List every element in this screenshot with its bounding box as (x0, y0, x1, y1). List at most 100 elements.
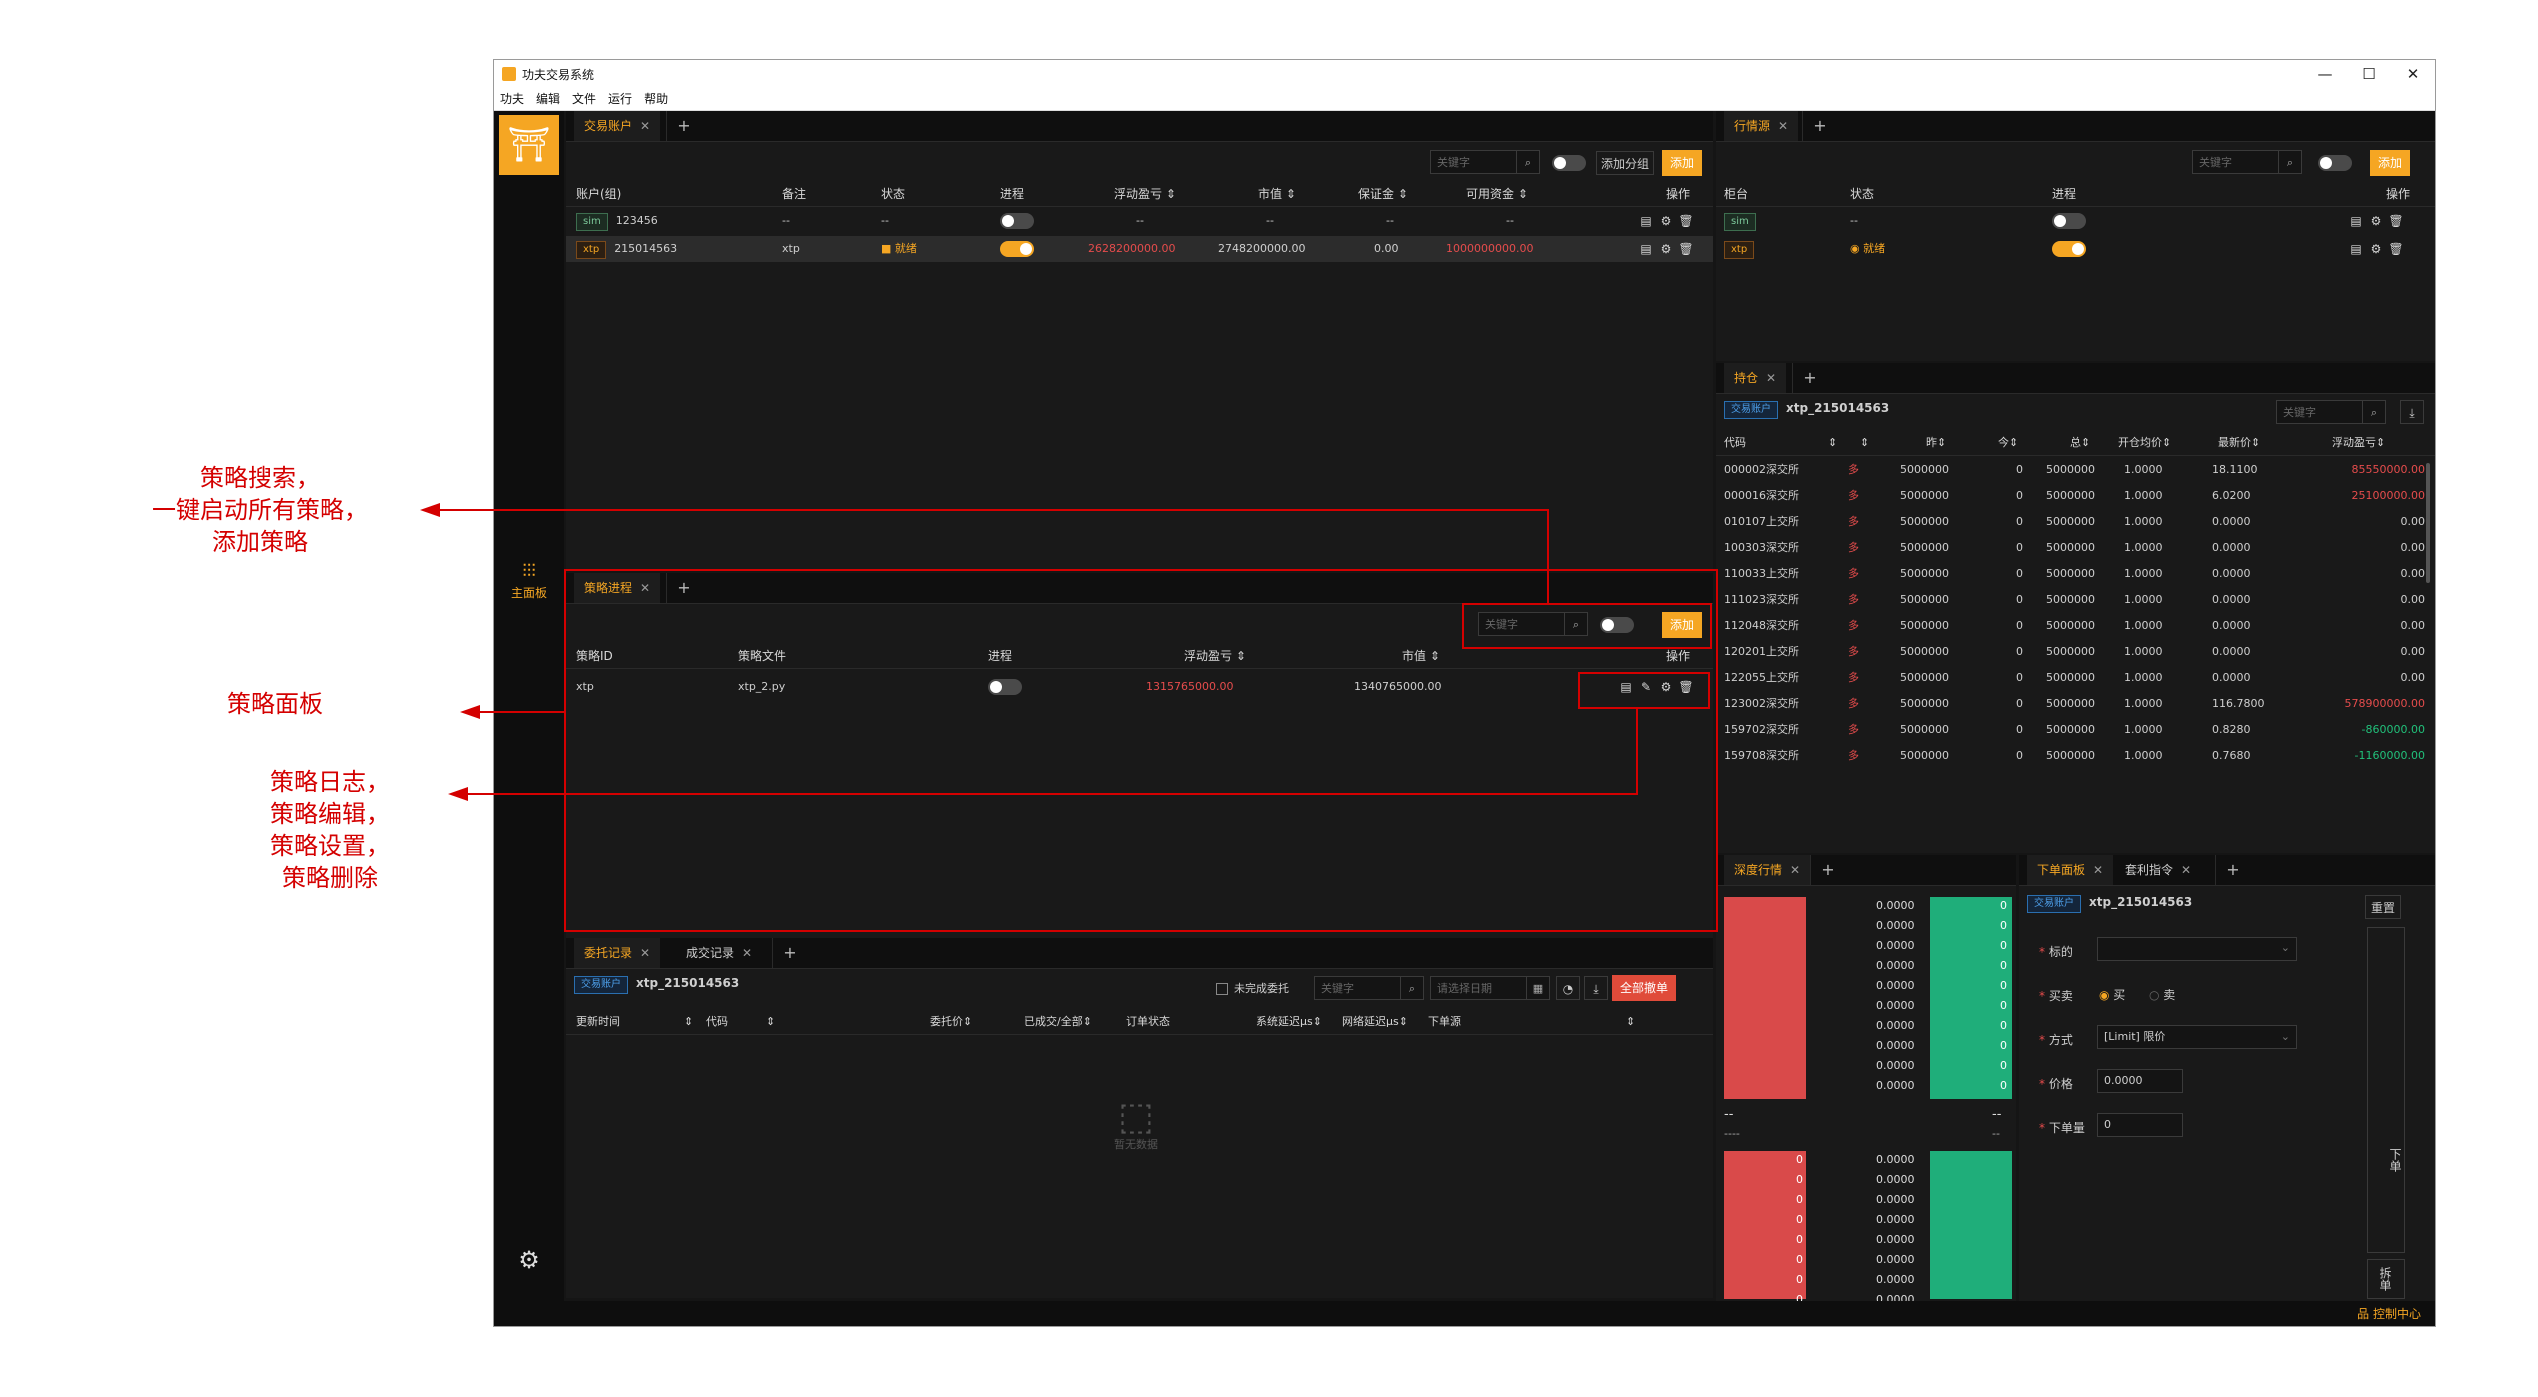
reset-button[interactable]: 重置 (2365, 895, 2401, 919)
close-button[interactable]: ✕ (2391, 60, 2435, 88)
price-input[interactable]: 0.0000 (2097, 1069, 2183, 1093)
menu-kungfu[interactable]: 功夫 (494, 88, 530, 110)
menu-file[interactable]: 文件 (566, 88, 602, 110)
gear-icon[interactable]: ⚙ (514, 1245, 544, 1275)
tab-order-entry[interactable]: 下单面板 ✕ (2027, 855, 2114, 885)
menu-run[interactable]: 运行 (602, 88, 638, 110)
table-row[interactable]: 111023 深交所 多 5000000 0 5000000 1.0000 0.0000 0.0… (1716, 587, 2435, 613)
buy-radio[interactable]: ◉ 买 (2099, 986, 2125, 1003)
close-icon[interactable]: ✕ (1778, 119, 1788, 133)
history-icon[interactable]: ◔ (1556, 976, 1580, 1000)
close-icon[interactable]: ✕ (2093, 863, 2103, 877)
table-row[interactable]: 122055 上交所 多 5000000 0 5000000 1.0000 0.0000 0.0… (1716, 665, 2435, 691)
tab-md[interactable]: 行情源 ✕ (1724, 111, 1799, 141)
sidebar-item-main-panel[interactable]: ⫶⫶⫶ 主面板 (494, 561, 564, 601)
process-toggle[interactable] (2052, 213, 2086, 229)
close-icon[interactable]: ✕ (1790, 863, 1800, 877)
col-today[interactable]: 今⇕ (1998, 431, 2018, 455)
download-icon[interactable]: ⤓ (2400, 400, 2424, 424)
log-icon[interactable]: ▤ (2346, 236, 2366, 262)
col-account[interactable]: 账户(组) (576, 182, 621, 206)
add-tab-button[interactable]: + (1802, 111, 1837, 141)
minimize-button[interactable]: — (2303, 60, 2347, 88)
tab-trades[interactable]: 成交记录 ✕ (676, 938, 762, 968)
col-code[interactable]: 代码 (706, 1010, 728, 1034)
col-network-latency[interactable]: 网络延迟μs⇕ (1342, 1010, 1408, 1034)
search-icon[interactable]: ⌕ (2362, 401, 2385, 423)
close-icon[interactable]: ✕ (640, 946, 650, 960)
col-pnl[interactable]: 浮动盈亏⇕ (2332, 431, 2385, 455)
download-icon[interactable]: ⤓ (1584, 976, 1608, 1000)
tab-accounts[interactable]: 交易账户 ✕ (574, 111, 661, 141)
sort-icon[interactable]: ⇕ (684, 1010, 693, 1034)
table-row[interactable]: 120201 上交所 多 5000000 0 5000000 1.0000 0.0000 0.0… (1716, 639, 2435, 665)
search-input[interactable]: 关键字 ⌕ (2276, 400, 2386, 424)
log-icon[interactable]: ▤ (1636, 208, 1656, 234)
process-toggle[interactable] (2052, 241, 2086, 257)
add-button[interactable]: 添加 (2370, 150, 2410, 176)
search-input[interactable]: 关键字 ⌕ (1430, 150, 1540, 174)
table-row[interactable]: sim -- ▤ ⚙ 🗑 (1716, 208, 2435, 234)
start-all-toggle[interactable] (1552, 155, 1586, 171)
search-input[interactable]: 关键字 ⌕ (1314, 976, 1424, 1000)
col-update-time[interactable]: 更新时间 (576, 1010, 620, 1034)
trash-icon[interactable]: 🗑 (2386, 208, 2406, 234)
table-row[interactable]: 010107 上交所 多 5000000 0 5000000 1.0000 0.0000 0.0… (1716, 509, 2435, 535)
col-order-price[interactable]: 委托价⇕ (930, 1010, 972, 1034)
unfinished-checkbox[interactable]: 未完成委托 (1216, 980, 1289, 996)
gear-icon[interactable]: ⚙ (2366, 208, 2386, 234)
log-icon[interactable]: ▤ (2346, 208, 2366, 234)
add-tab-button[interactable]: + (2215, 855, 2250, 885)
symbol-select[interactable]: ⌄ (2097, 937, 2297, 961)
tab-arbitrage[interactable]: 套利指令 ✕ (2115, 855, 2201, 885)
table-row[interactable]: 123002 深交所 多 5000000 0 5000000 1.0000 116.7800 5… (1716, 691, 2435, 717)
search-input[interactable]: 关键字 ⌕ (2192, 150, 2302, 174)
date-picker[interactable]: 请选择日期 ▦ (1430, 976, 1550, 1000)
add-tab-button[interactable]: + (1792, 363, 1827, 393)
process-toggle[interactable] (1000, 213, 1034, 229)
scrollbar[interactable] (2426, 463, 2430, 583)
col-last-price[interactable]: 最新价⇕ (2218, 431, 2260, 455)
sort-icon[interactable]: ⇕ (766, 1010, 775, 1034)
table-row[interactable]: 159708 深交所 多 5000000 0 5000000 1.0000 0.7680 -11… (1716, 743, 2435, 769)
order-type-select[interactable]: [Limit] 限价 ⌄ (2097, 1025, 2297, 1049)
cancel-all-button[interactable]: 全部撤单 (1612, 975, 1676, 1001)
add-tab-button[interactable]: + (772, 938, 807, 968)
search-icon[interactable]: ⌕ (2278, 151, 2301, 173)
process-toggle[interactable] (1000, 241, 1034, 257)
close-icon[interactable]: ✕ (2181, 863, 2191, 877)
gear-icon[interactable]: ⚙ (1656, 208, 1676, 234)
volume-input[interactable]: 0 (2097, 1113, 2183, 1137)
table-row[interactable]: 110033 上交所 多 5000000 0 5000000 1.0000 0.0000 0.0… (1716, 561, 2435, 587)
add-tab-button[interactable]: + (666, 111, 701, 141)
sort-icon[interactable]: ⇕ (1828, 431, 1837, 455)
tab-depth[interactable]: 深度行情 ✕ (1724, 855, 1811, 885)
menu-edit[interactable]: 编辑 (530, 88, 566, 110)
calendar-icon[interactable]: ▦ (1526, 977, 1549, 999)
sell-radio[interactable]: ○ 卖 (2149, 986, 2175, 1003)
col-yesterday[interactable]: 昨⇕ (1926, 431, 1946, 455)
col-market-value[interactable]: 市值 ⇕ (1258, 182, 1296, 206)
menu-help[interactable]: 帮助 (638, 88, 674, 110)
col-total[interactable]: 总⇕ (2070, 431, 2090, 455)
trash-icon[interactable]: 🗑 (1676, 208, 1696, 234)
split-order-button[interactable]: 拆单 (2367, 1259, 2405, 1299)
place-order-button[interactable]: 下单 (2367, 927, 2405, 1253)
col-margin[interactable]: 保证金 ⇕ (1358, 182, 1408, 206)
col-direction[interactable]: ⇕ (1860, 431, 1869, 455)
checkbox-box[interactable] (1216, 983, 1228, 995)
table-row[interactable]: xtp ◉ 就绪 ▤ ⚙ 🗑 (1716, 236, 2435, 262)
search-icon[interactable]: ⌕ (1516, 151, 1539, 173)
trash-icon[interactable]: 🗑 (1676, 236, 1696, 262)
close-icon[interactable]: ✕ (742, 946, 752, 960)
gear-icon[interactable]: ⚙ (1656, 236, 1676, 262)
search-icon[interactable]: ⌕ (1400, 977, 1423, 999)
table-row[interactable]: sim 123456 -- -- -- -- -- -- ▤ ⚙ 🗑 (566, 208, 1713, 234)
tab-orders[interactable]: 委托记录 ✕ (574, 938, 661, 968)
control-center-link[interactable]: 品 控制中心 (2357, 1305, 2421, 1322)
add-group-button[interactable]: 添加分组 (1596, 151, 1654, 175)
close-icon[interactable]: ✕ (1766, 371, 1776, 385)
gear-icon[interactable]: ⚙ (2366, 236, 2386, 262)
start-all-toggle[interactable] (2318, 155, 2352, 171)
log-icon[interactable]: ▤ (1636, 236, 1656, 262)
